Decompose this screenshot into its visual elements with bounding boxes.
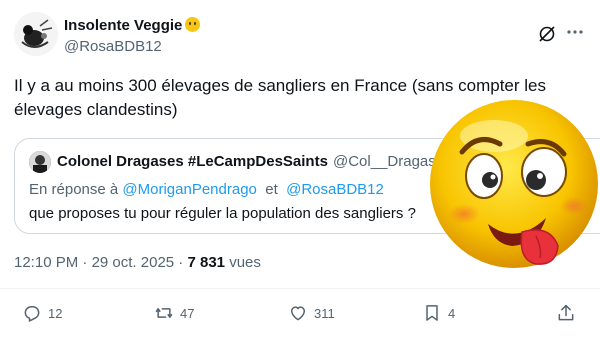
reply-mention[interactable]: @RosaBDB12 [286, 181, 384, 198]
reply-count: 12 [48, 305, 63, 321]
reply-prefix: En réponse à [29, 181, 119, 198]
quoted-tweet-text: que proposes tu pour réguler la populati… [29, 205, 416, 222]
avatar-drawing [14, 12, 58, 56]
goofy-smiley-icon [430, 100, 598, 268]
tweet-time[interactable]: 12:10 PM [14, 254, 78, 271]
author-avatar[interactable] [14, 12, 58, 56]
neutral-face-emoji-icon [185, 17, 201, 32]
repost-icon [155, 308, 173, 318]
share-button[interactable] [556, 300, 582, 326]
reply-context: En réponse à @MoriganPendrago et @RosaBD… [29, 181, 384, 198]
author-handle[interactable]: @RosaBDB12 [64, 38, 162, 55]
repost-button[interactable]: 47 [154, 300, 194, 326]
grok-icon[interactable] [537, 24, 557, 44]
views-count: 7 831 [187, 254, 226, 271]
more-icon[interactable] [565, 22, 585, 42]
author-name[interactable]: Insolente Veggie [64, 17, 201, 34]
action-bar: 12 47 311 4 [0, 300, 600, 326]
views-label: vues [229, 254, 261, 271]
tweet-date[interactable]: 29 oct. 2025 [92, 254, 175, 271]
quoted-avatar-drawing [29, 151, 51, 173]
tweet-meta: 12:10 PM · 29 oct. 2025 · 7 831 vues [14, 254, 261, 271]
repost-count: 47 [180, 305, 195, 321]
bookmark-button[interactable]: 4 [422, 300, 455, 326]
reply-mention[interactable]: @MoriganPendrago [122, 181, 256, 198]
reply-join: et [265, 181, 278, 198]
reply-icon [24, 306, 40, 322]
reply-button[interactable]: 12 [22, 300, 62, 326]
share-icon [558, 304, 574, 321]
bookmark-icon [426, 305, 438, 321]
quoted-author-avatar[interactable] [29, 151, 51, 173]
divider [0, 288, 600, 289]
bookmark-count: 4 [448, 305, 456, 321]
quoted-author-handle[interactable]: @Col__Dragas [333, 153, 436, 170]
author-display-name[interactable]: Insolente Veggie [64, 17, 182, 34]
quoted-author-name[interactable]: Colonel Dragases #LeCampDesSaints [57, 153, 328, 170]
like-button[interactable]: 311 [288, 300, 335, 326]
like-icon [291, 306, 305, 321]
like-count: 311 [314, 305, 335, 321]
